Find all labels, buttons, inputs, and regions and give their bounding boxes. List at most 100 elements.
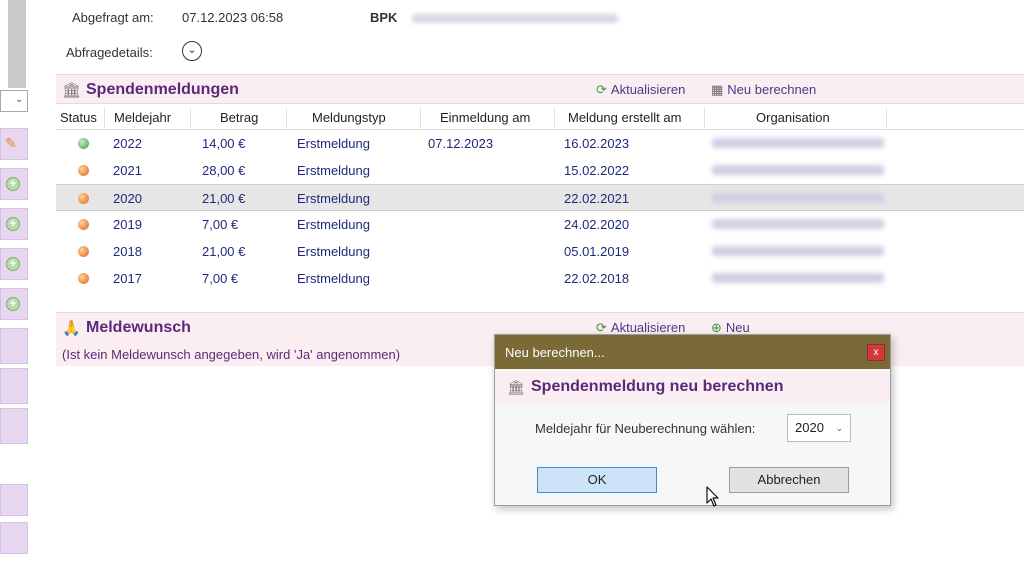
cell-einmeldung: 07.12.2023	[428, 136, 494, 151]
col-einmeldung[interactable]: Einmeldung am	[440, 110, 530, 125]
spenden-title: Spendenmeldungen	[86, 81, 239, 98]
bpk-value-redacted	[412, 14, 618, 23]
status-warning-icon	[78, 219, 89, 230]
plus-icon: +	[6, 217, 20, 231]
side-button-6[interactable]	[0, 368, 28, 404]
col-betrag[interactable]: Betrag	[220, 110, 258, 125]
side-button-9[interactable]	[0, 522, 28, 554]
collapsed-dropdown[interactable]: ⌄	[0, 90, 28, 112]
details-label: Abfragedetails:	[66, 45, 153, 60]
bank-icon: 🏛	[62, 82, 82, 99]
plus-icon: +	[6, 297, 20, 311]
cell-year: 2021	[113, 163, 142, 178]
cell-type: Erstmeldung	[297, 271, 370, 286]
spenden-section-header: 🏛 Spendenmeldungen ⟳ Aktualisieren ▦ Neu b…	[56, 74, 1024, 104]
pencil-icon: ✎	[5, 135, 17, 151]
cell-year: 2018	[113, 244, 142, 259]
meldewunsch-refresh-label: Aktualisieren	[610, 320, 686, 335]
status-warning-icon	[78, 246, 89, 257]
plus-icon: +	[6, 177, 20, 191]
column-divider	[104, 108, 105, 128]
cancel-button[interactable]: Abbrechen	[729, 467, 849, 493]
edit-button[interactable]: ✎	[0, 128, 28, 160]
cell-amount: 21,00 €	[202, 244, 246, 259]
column-divider	[420, 108, 421, 128]
year-select[interactable]: 2020 ⌄	[787, 414, 851, 442]
side-button-8[interactable]	[0, 484, 28, 516]
meldewunsch-note: (Ist kein Meldewunsch angegeben, wird 'J…	[62, 347, 401, 362]
recalculate-button[interactable]: ▦ Neu berechnen	[711, 82, 816, 98]
bank-icon: 🏛	[507, 379, 525, 395]
dialog-titlebar[interactable]: Neu berechnen... x	[495, 335, 890, 369]
col-meldejahr[interactable]: Meldejahr	[114, 110, 171, 125]
organisation-redacted	[712, 165, 884, 175]
refresh-button[interactable]: ⟳ Aktualisieren	[596, 82, 685, 98]
expand-details-button[interactable]: ⌄	[182, 41, 202, 61]
col-erstellt[interactable]: Meldung erstellt am	[568, 110, 681, 125]
dialog-header: 🏛 Spendenmeldung neu berechnen	[495, 371, 890, 403]
status-warning-icon	[78, 273, 89, 284]
col-meldungstyp[interactable]: Meldungstyp	[312, 110, 386, 125]
scrollbar-thumb[interactable]	[8, 0, 26, 88]
column-divider	[886, 108, 887, 128]
chevron-down-icon: ⌄	[835, 423, 843, 433]
organisation-redacted	[712, 193, 884, 203]
queried-label: Abgefragt am:	[72, 10, 154, 25]
col-organisation[interactable]: Organisation	[756, 110, 830, 125]
chevron-down-icon: ⌄	[187, 44, 197, 56]
cell-erstellt: 16.02.2023	[564, 136, 630, 151]
person-icon: 🙏	[62, 320, 81, 337]
cell-type: Erstmeldung	[297, 244, 370, 259]
add-button-4[interactable]: +	[0, 288, 28, 320]
organisation-redacted	[712, 273, 884, 283]
cell-erstellt: 24.02.2020	[564, 217, 630, 232]
cell-year: 2020	[113, 191, 142, 206]
left-toolbar: ⌄ ✎ + + + +	[0, 0, 30, 576]
cell-type: Erstmeldung	[297, 191, 370, 206]
cell-year: 2019	[113, 217, 142, 232]
column-divider	[190, 108, 191, 128]
table-row[interactable]: 2022 14,00 € Erstmeldung 07.12.2023 16.0…	[56, 130, 1024, 157]
side-button-7[interactable]	[0, 408, 28, 444]
cell-year: 2022	[113, 136, 142, 151]
dialog-window-title: Neu berechnen...	[505, 345, 605, 360]
refresh-label: Aktualisieren	[610, 82, 686, 97]
table-header: Status Meldejahr Betrag Meldungstyp Einm…	[56, 106, 1024, 130]
meldewunsch-title: Meldewunsch	[86, 319, 191, 336]
year-select-value: 2020	[795, 420, 824, 435]
queried-value: 07.12.2023 06:58	[182, 10, 284, 25]
cell-year: 2017	[113, 271, 142, 286]
add-button-1[interactable]: +	[0, 168, 28, 200]
cell-amount: 7,00 €	[202, 217, 239, 232]
refresh-icon: ⟳	[596, 82, 607, 97]
cell-erstellt: 22.02.2018	[564, 271, 630, 286]
cell-erstellt: 15.02.2022	[564, 163, 630, 178]
meldewunsch-new-label: Neu	[725, 320, 750, 335]
plus-icon: +	[6, 257, 20, 271]
cell-erstellt: 05.01.2019	[564, 244, 630, 259]
cell-erstellt: 22.02.2021	[564, 191, 630, 206]
table-row[interactable]: 2018 21,00 € Erstmeldung 05.01.2019	[56, 238, 1024, 265]
table-row-selected[interactable]: 2020 21,00 € Erstmeldung 22.02.2021	[56, 184, 1024, 211]
cell-amount: 21,00 €	[202, 191, 246, 206]
table-row[interactable]: 2019 7,00 € Erstmeldung 24.02.2020	[56, 211, 1024, 238]
spenden-table: Status Meldejahr Betrag Meldungstyp Einm…	[56, 106, 1024, 292]
dialog-close-button[interactable]: x	[867, 344, 885, 361]
col-status[interactable]: Status	[60, 110, 97, 125]
cell-amount: 14,00 €	[202, 136, 246, 151]
table-row[interactable]: 2021 28,00 € Erstmeldung 15.02.2022	[56, 157, 1024, 184]
ok-button[interactable]: OK	[537, 467, 657, 493]
cell-type: Erstmeldung	[297, 163, 370, 178]
status-warning-icon	[78, 193, 89, 204]
column-divider	[554, 108, 555, 128]
side-button-5[interactable]	[0, 328, 28, 364]
table-row[interactable]: 2017 7,00 € Erstmeldung 22.02.2018	[56, 265, 1024, 292]
add-button-3[interactable]: +	[0, 248, 28, 280]
recalculate-label: Neu berechnen	[727, 82, 817, 97]
status-warning-icon	[78, 165, 89, 176]
add-button-2[interactable]: +	[0, 208, 28, 240]
recalculate-dialog: Neu berechnen... x 🏛 Spendenmeldung neu …	[494, 334, 891, 506]
column-divider	[704, 108, 705, 128]
cell-type: Erstmeldung	[297, 136, 370, 151]
status-ok-icon	[78, 138, 89, 149]
